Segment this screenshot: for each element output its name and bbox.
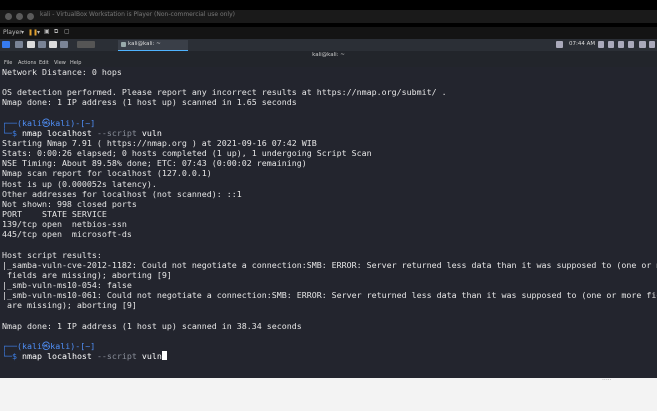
terminal-output-area[interactable]: Network Distance: 0 hops OS detection pe… (0, 67, 657, 378)
text-cursor (161, 350, 167, 360)
taskbar-terminal-task[interactable]: kali@kali: ~ (118, 40, 188, 51)
terminal-lines: Network Distance: 0 hops OS detection pe… (2, 67, 657, 361)
vm-window-title: kali - VirtualBox Workstation is Player … (40, 11, 235, 18)
prompt-line: ┌──(kali㉿kali)-[~] (2, 340, 96, 351)
command-program: nmap (21, 350, 42, 361)
terminal-line: fields are missing); aborting [9] (2, 269, 172, 280)
command-value: vuln (141, 350, 162, 361)
window-minimize-icon[interactable] (16, 13, 23, 20)
terminal-line: |_smb-vuln-ms10-061: Could not negotiate… (2, 290, 657, 301)
terminal-line: are missing); aborting [9] (2, 300, 137, 311)
terminal-line: 139/tcp open netbios-ssn (2, 219, 127, 230)
terminal-line: Starting Nmap 7.91 ( https://nmap.org ) … (2, 137, 317, 148)
terminal-line: Not shown: 998 closed ports (2, 198, 137, 209)
window-maximize-icon[interactable] (27, 13, 34, 20)
command-option: --script (96, 127, 137, 138)
menu-actions[interactable]: Actions (18, 60, 36, 66)
vm-titlebar: kali - VirtualBox Workstation is Player … (0, 10, 657, 23)
terminal-task-icon (121, 42, 126, 47)
tray-lock-icon[interactable] (639, 41, 646, 48)
prompt-line: ┌──(kali㉿kali)-[~] (2, 117, 96, 128)
command-line-active[interactable]: └─$ nmap localhost --script vuln (2, 350, 657, 361)
tray-display-icon[interactable] (556, 41, 563, 48)
terminal-launcher-icon[interactable] (38, 41, 46, 48)
player-menu-button[interactable]: Player (3, 29, 22, 36)
taskbar-clock[interactable]: 07:44 AM (569, 41, 595, 47)
vm-window: kali - VirtualBox Workstation is Player … (0, 0, 657, 378)
prompt-host: (kali㉿kali)-[~] (17, 117, 96, 128)
vm-fullscreen-icon[interactable]: ⧉ (54, 28, 58, 36)
window-close-icon[interactable] (5, 13, 12, 20)
tray-notification-icon[interactable] (608, 41, 614, 48)
workspace-switcher[interactable] (77, 41, 95, 48)
taskbar-task-label: kali@kali: ~ (128, 41, 161, 47)
command-value: vuln (141, 127, 162, 138)
kali-taskbar: kali@kali: ~ 07:44 AM (0, 39, 657, 51)
vm-toolbar: Player ▾ ❚❚ ▾ ▣ ⧉ ▢ (0, 27, 657, 39)
progress-dots: ····· (602, 377, 612, 384)
terminal-line: |_smb-vuln-ms10-054: false (2, 279, 132, 290)
terminal-line: Network Distance: 0 hops (2, 67, 122, 77)
terminal-line: Nmap scan report for localhost (127.0.0.… (2, 168, 212, 179)
pause-dropdown-icon[interactable]: ▾ (37, 29, 40, 36)
command-line: └─$ nmap localhost --script vuln (2, 127, 162, 138)
terminal-line: Other addresses for localhost (not scann… (2, 188, 242, 199)
command-target: localhost (46, 350, 92, 361)
terminal-line: |_samba-vuln-cve-2012-1182: Could not ne… (2, 259, 657, 270)
command-program: nmap (21, 127, 42, 138)
kali-menu-icon[interactable] (2, 41, 10, 48)
menu-help[interactable]: Help (70, 60, 81, 66)
menu-edit[interactable]: Edit (39, 60, 49, 66)
tray-battery-icon[interactable] (628, 41, 634, 48)
terminal-menubar: File Actions Edit View Help (0, 60, 657, 67)
menu-file[interactable]: File (4, 60, 12, 66)
tray-volume-icon[interactable] (618, 41, 624, 48)
tray-power-icon[interactable] (649, 41, 655, 48)
command-target: localhost (46, 127, 92, 138)
terminal-line: Nmap done: 1 IP address (1 host up) scan… (2, 320, 302, 331)
settings-launcher-icon[interactable] (60, 41, 68, 48)
terminal-line: Host is up (0.000052s latency). (2, 178, 157, 189)
player-dropdown-icon[interactable]: ▾ (21, 29, 24, 36)
terminal-line: Host script results: (2, 249, 102, 260)
video-bottom-strip (0, 378, 657, 411)
prompt-host: (kali㉿kali)-[~] (17, 340, 96, 351)
terminal-line: Stats: 0:00:26 elapsed; 0 hosts complete… (2, 148, 372, 159)
show-desktop-icon[interactable] (15, 41, 23, 48)
menu-view[interactable]: View (54, 60, 66, 66)
terminal-line: 445/tcp open microsoft-ds (2, 229, 132, 240)
terminal-titlebar: kali@kali: ~ (0, 51, 657, 60)
vm-devices-icon[interactable]: ▣ (44, 28, 50, 35)
terminal-line: NSE Timing: About 89.58% done; ETC: 07:4… (2, 158, 307, 169)
tray-network-icon[interactable] (598, 41, 604, 48)
terminal-line: Nmap done: 1 IP address (1 host up) scan… (2, 97, 297, 108)
terminal-line: OS detection performed. Please report an… (2, 87, 447, 98)
vm-unity-icon[interactable]: ▢ (64, 28, 70, 35)
terminal-window-title: kali@kali: ~ (312, 52, 345, 58)
command-option: --script (96, 350, 137, 361)
file-manager-icon[interactable] (27, 41, 35, 48)
browser-icon[interactable] (49, 41, 57, 48)
terminal-line: PORT STATE SERVICE (2, 208, 107, 219)
